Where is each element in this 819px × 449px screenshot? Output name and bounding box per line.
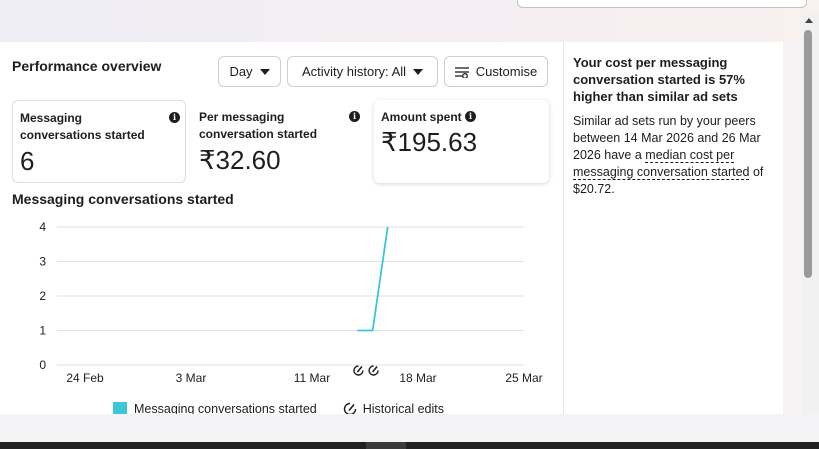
- metric-cost-per-conversation[interactable]: Per messaging conversation started i ₹32…: [192, 100, 368, 183]
- metric-label: Per messaging conversation started: [199, 110, 318, 141]
- activity-label: Activity history: All: [301, 64, 407, 79]
- caret-down-icon: [413, 68, 424, 75]
- scroll-up-icon[interactable]: [805, 18, 813, 23]
- taskbar-active-item[interactable]: [366, 442, 406, 449]
- x-tick-label: 24 Feb: [66, 371, 104, 385]
- section-title: Performance overview: [12, 58, 162, 74]
- info-icon[interactable]: i: [465, 111, 476, 122]
- x-tick-label: 11 Mar: [294, 371, 330, 385]
- customise-label: Customise: [475, 64, 538, 79]
- metric-value: ₹195.63: [381, 127, 478, 157]
- scrollbar-thumb[interactable]: [804, 30, 812, 278]
- insight-title: Your cost per messaging conversation sta…: [573, 55, 745, 104]
- caret-down-icon: [259, 68, 270, 75]
- x-tick-label: 18 Mar: [399, 371, 436, 385]
- customise-button[interactable]: Customise: [444, 56, 548, 87]
- metric-value: 6: [20, 146, 35, 176]
- historical-edit-icon[interactable]: [368, 365, 379, 376]
- page-background: [0, 414, 819, 442]
- day-dropdown[interactable]: Day: [218, 56, 281, 87]
- conversations-line-chart: 0 1 2 3 4 24 Feb 3 Mar 11 Mar 18 Mar 25 Mar: [39, 220, 542, 385]
- metric-value: ₹32.60: [199, 145, 281, 175]
- info-icon[interactable]: i: [169, 112, 180, 123]
- day-label: Day: [229, 64, 253, 79]
- top-search-field[interactable]: [517, 0, 807, 8]
- y-tick-label: 3: [39, 255, 46, 269]
- x-tick-label: 3 Mar: [176, 371, 207, 385]
- y-tick-label: 1: [39, 324, 46, 338]
- activity-history-dropdown[interactable]: Activity history: All: [287, 56, 438, 87]
- metric-conversations[interactable]: Messaging conversations started i 6: [12, 100, 186, 183]
- chart-title: Messaging conversations started: [12, 191, 234, 207]
- y-tick-label: 2: [39, 289, 46, 303]
- series-line: [357, 226, 389, 332]
- info-icon[interactable]: i: [349, 111, 360, 122]
- insight-body: Similar ad sets run by your peers betwee…: [573, 113, 778, 198]
- x-tick-label: 25 Mar: [505, 371, 542, 385]
- metric-label: Amount spent: [381, 110, 462, 124]
- metric-amount-spent[interactable]: Amount spent i ₹195.63: [374, 100, 549, 183]
- metric-label: Messaging conversations started: [20, 111, 145, 142]
- historical-edit-icon[interactable]: [353, 365, 364, 376]
- sliders-icon: [454, 66, 469, 78]
- y-tick-label: 4: [39, 220, 46, 234]
- taskbar: [0, 442, 819, 449]
- y-tick-label: 0: [39, 358, 46, 372]
